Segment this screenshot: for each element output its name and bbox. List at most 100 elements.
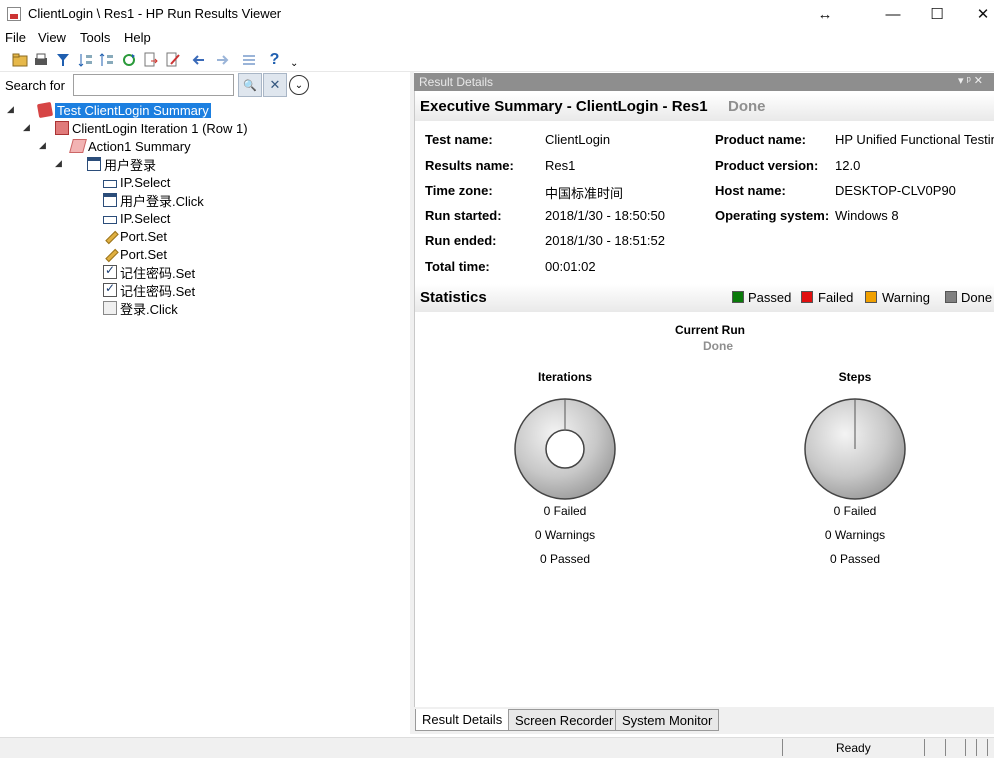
checkbox-icon (103, 263, 117, 279)
chevron-down-icon: ⌄ (294, 79, 304, 91)
expand-icon[interactable] (77, 51, 94, 68)
maximize-button[interactable]: ☐ (914, 0, 960, 28)
current-run-status: Done (703, 339, 733, 353)
window-icon (103, 193, 117, 207)
tree-item-step[interactable]: IP.Select (103, 209, 170, 227)
status-separator (976, 739, 977, 756)
info-key: Operating system: (715, 208, 830, 223)
steps-warnings: 0 Warnings (824, 528, 886, 542)
pane-controls[interactable]: ▾ ᵖ ✕ (958, 74, 983, 87)
status-separator (965, 739, 966, 756)
info-key: Time zone: (425, 183, 493, 198)
checkbox-icon (103, 281, 117, 297)
status-separator (924, 739, 925, 756)
results-tree: ◢ Test ClientLogin Summary ◢ ClientLogin… (0, 100, 410, 734)
tree-item-step[interactable]: Port.Set (103, 245, 167, 263)
filter-icon[interactable] (54, 51, 71, 68)
menu-tools[interactable]: Tools (80, 30, 110, 45)
tree-item-step[interactable]: 用户登录.Click (103, 191, 204, 209)
edit-icon[interactable] (164, 51, 181, 68)
info-key: Results name: (425, 158, 514, 173)
minimize-button[interactable]: — (870, 0, 916, 28)
result-details-header (414, 73, 994, 91)
info-key: Run started: (425, 208, 502, 223)
forward-icon[interactable] (213, 51, 230, 68)
search-input[interactable] (73, 74, 234, 96)
legend-warning-label: Warning (882, 290, 930, 305)
info-key: Test name: (425, 132, 493, 147)
info-value: 2018/1/30 - 18:50:50 (545, 208, 665, 223)
menu-file[interactable]: File (5, 30, 26, 45)
clear-search-button[interactable]: ✕ (263, 73, 287, 97)
tree-item-label: ClientLogin Iteration 1 (Row 1) (72, 120, 248, 136)
tab-system-monitor[interactable]: System Monitor (615, 709, 720, 731)
info-key: Host name: (715, 183, 786, 198)
tree-item-label: Port.Set (120, 246, 167, 262)
tree-item-step[interactable]: 登录.Click (103, 299, 178, 317)
action-icon (69, 139, 87, 153)
tree-item-user-login[interactable]: 用户登录 (87, 155, 156, 173)
tree-item-label: IP.Select (120, 174, 171, 190)
info-value: ClientLogin (545, 132, 611, 147)
info-key: Total time: (425, 259, 490, 274)
tab-result-details[interactable]: Result Details (415, 709, 510, 731)
search-icon: 🔍 (243, 79, 257, 92)
toolbar-overflow-icon[interactable]: ⌄ (290, 58, 298, 69)
tree-item-test-summary[interactable]: Test ClientLogin Summary (36, 101, 211, 119)
legend-done-swatch (945, 291, 957, 303)
menu-help[interactable]: Help (124, 30, 151, 45)
search-options-button[interactable]: ⌄ (289, 75, 309, 95)
status-separator (782, 739, 783, 756)
tab-screen-recorder[interactable]: Screen Recorder (508, 709, 621, 731)
iterations-donut-hole (545, 429, 585, 469)
status-separator (987, 739, 988, 756)
status-text: Ready (836, 741, 871, 755)
info-value: Windows 8 (835, 208, 899, 223)
legend-warning-swatch (865, 291, 877, 303)
tree-toggle-icon[interactable]: ◢ (55, 158, 62, 169)
info-key: Product version: (715, 158, 819, 173)
app-icon (7, 7, 21, 21)
list-icon[interactable] (240, 51, 257, 68)
back-icon[interactable] (190, 51, 207, 68)
statistics-title: Statistics (420, 289, 487, 306)
iterations-passed: 0 Passed (539, 552, 591, 566)
iterations-warnings: 0 Warnings (534, 528, 596, 542)
tree-item-step[interactable]: Port.Set (103, 227, 167, 245)
export-icon[interactable] (142, 51, 159, 68)
edit-field-icon (103, 247, 117, 261)
tree-item-step[interactable]: 记住密码.Set (103, 281, 195, 299)
info-key: Run ended: (425, 233, 497, 248)
resize-icon[interactable]: ↔ (802, 0, 848, 28)
legend-passed-swatch (732, 291, 744, 303)
steps-title: Steps (838, 370, 872, 384)
iterations-donut-chart (514, 398, 616, 500)
help-icon[interactable]: ? (266, 51, 283, 68)
tree-item-step[interactable]: IP.Select (103, 173, 170, 191)
tree-toggle-icon[interactable]: ◢ (7, 104, 14, 115)
collapse-icon[interactable] (98, 51, 115, 68)
summary-icon (36, 101, 54, 119)
tree-toggle-icon[interactable]: ◢ (23, 122, 30, 133)
iterations-title: Iterations (537, 370, 592, 384)
legend-failed-label: Failed (818, 290, 854, 305)
search-button[interactable]: 🔍 (238, 73, 262, 97)
tree-toggle-icon[interactable]: ◢ (39, 140, 46, 151)
info-value: HP Unified Functional Testing (835, 132, 994, 147)
menu-view[interactable]: View (38, 30, 66, 45)
refresh-icon[interactable] (120, 51, 137, 68)
print-icon[interactable] (32, 51, 49, 68)
open-icon[interactable] (11, 51, 28, 68)
close-button[interactable]: ✕ (960, 0, 994, 28)
legend-passed-label: Passed (748, 290, 792, 305)
tree-item-iteration[interactable]: ClientLogin Iteration 1 (Row 1) (55, 119, 248, 137)
steps-pie-chart (804, 398, 906, 500)
info-value: 00:01:02 (545, 259, 596, 274)
executive-summary-status: Done (728, 98, 766, 115)
tree-item-action-summary[interactable]: Action1 Summary (69, 137, 191, 155)
tree-item-label: Port.Set (120, 228, 167, 244)
tree-item-step[interactable]: 记住密码.Set (103, 263, 195, 281)
info-value: Res1 (545, 158, 576, 173)
info-value: 12.0 (835, 158, 861, 173)
combobox-icon (103, 179, 117, 188)
